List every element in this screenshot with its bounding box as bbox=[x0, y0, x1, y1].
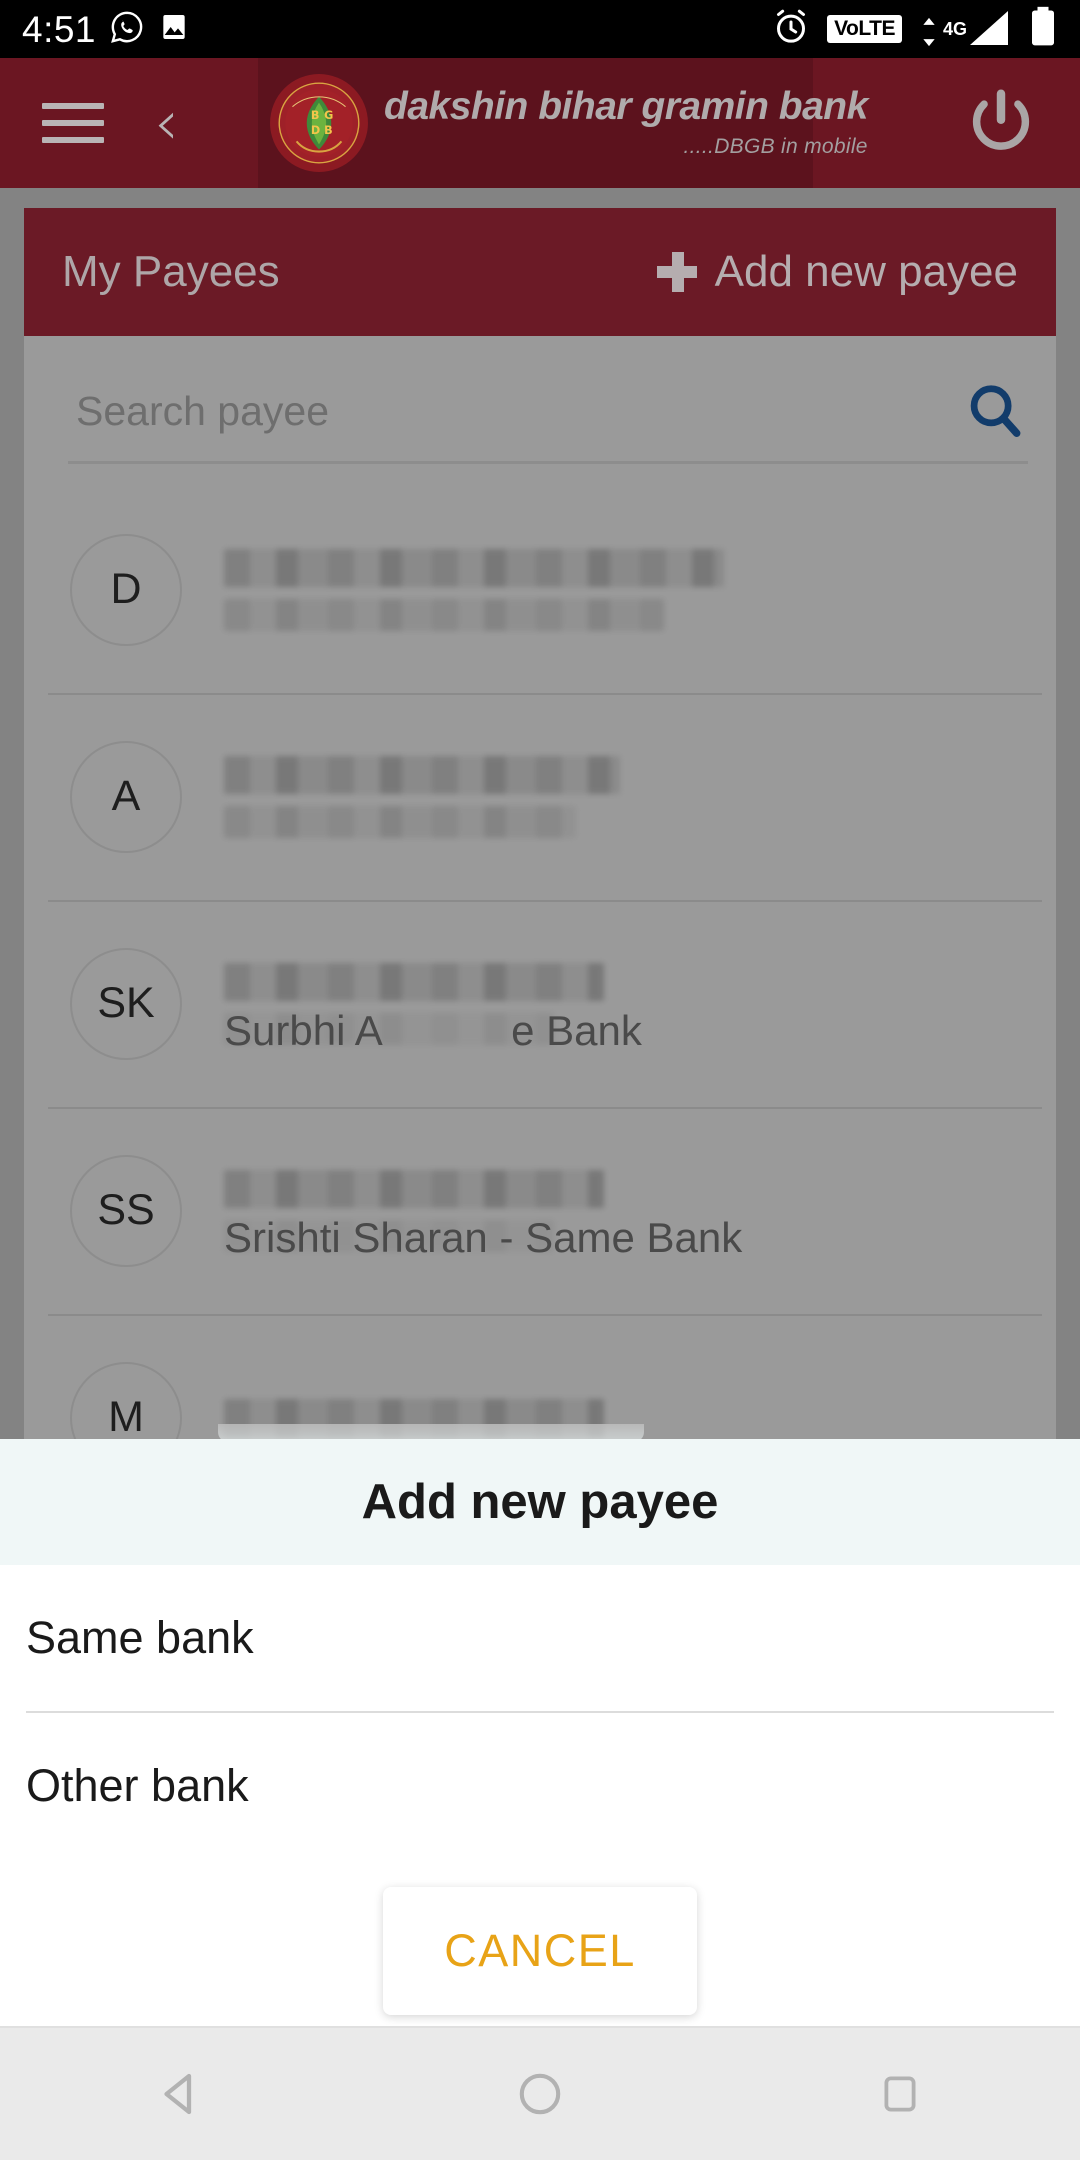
dialog-title: Add new payee bbox=[361, 1475, 719, 1529]
search-input[interactable]: Search payee bbox=[76, 388, 329, 435]
alarm-icon bbox=[771, 7, 811, 52]
network-type-label: 4G bbox=[942, 19, 967, 39]
list-item[interactable]: M bbox=[24, 1314, 1056, 1439]
dialog-option-same-bank[interactable]: Same bank bbox=[0, 1565, 1080, 1711]
nav-back-triangle-icon[interactable] bbox=[120, 2044, 240, 2144]
brand-text: dakshin bihar gramin bank .....DBGB in m… bbox=[384, 85, 868, 159]
power-icon[interactable] bbox=[962, 84, 1040, 162]
brand-block: B G D B dakshin bihar gramin bank .....D… bbox=[258, 58, 868, 188]
battery-icon bbox=[1028, 5, 1058, 54]
avatar: SS bbox=[70, 1154, 182, 1267]
brand-name: dakshin bihar gramin bank bbox=[384, 85, 868, 129]
add-new-payee-dialog: Add new payee Same bank Other bank CANCE… bbox=[0, 1439, 1080, 2026]
search-underline bbox=[68, 461, 1028, 464]
dbgb-bank-logo: B G D B bbox=[268, 72, 370, 174]
status-bar-left: 4:51 bbox=[22, 10, 190, 49]
cancel-button-wrap: CANCEL bbox=[0, 1887, 1080, 2015]
avatar: SK bbox=[70, 947, 182, 1060]
redacted-name bbox=[224, 962, 604, 1001]
svg-text:D: D bbox=[311, 124, 320, 137]
volte-badge: VoLTE bbox=[827, 15, 902, 43]
payee-info bbox=[224, 548, 1026, 631]
avatar: M bbox=[70, 1361, 182, 1439]
payee-info: Srishti Sharan - Same Bank bbox=[224, 1169, 1026, 1261]
signal-icon: 4G bbox=[918, 9, 1012, 49]
redacted-detail bbox=[224, 805, 576, 838]
whatsapp-icon bbox=[110, 10, 144, 49]
avatar: D bbox=[70, 533, 182, 646]
cancel-button[interactable]: CANCEL bbox=[383, 1887, 697, 2015]
payee-info bbox=[224, 755, 1026, 838]
android-nav-bar bbox=[0, 2026, 1080, 2160]
list-item[interactable]: A bbox=[24, 693, 1056, 900]
search-row: Search payee bbox=[24, 336, 1056, 486]
back-chevron-icon[interactable]: ‹ bbox=[154, 92, 179, 154]
hamburger-icon[interactable] bbox=[42, 103, 104, 143]
payee-info: Surbhi A e Bank bbox=[224, 962, 1026, 1054]
search-icon[interactable] bbox=[964, 380, 1026, 442]
image-icon bbox=[158, 11, 190, 48]
hamburger-line bbox=[42, 103, 104, 109]
status-bar: 4:51 VoLTE 4G bbox=[0, 0, 1080, 58]
redacted-name bbox=[224, 1169, 604, 1208]
payees-header-bar: My Payees Add new payee bbox=[24, 208, 1056, 336]
status-time: 4:51 bbox=[22, 8, 97, 50]
list-item[interactable]: SS Srishti Sharan - Same Bank bbox=[24, 1107, 1056, 1314]
payee-name-partial: Srishti Sharan - Same Bank bbox=[224, 1213, 743, 1261]
plus-icon bbox=[656, 252, 697, 292]
redacted-name bbox=[224, 755, 620, 794]
brand-tagline: .....DBGB in mobile bbox=[683, 134, 868, 158]
payee-name-partial: Surbhi A e Bank bbox=[224, 1006, 642, 1054]
hamburger-line bbox=[42, 120, 104, 126]
svg-text:B: B bbox=[311, 109, 320, 122]
add-new-payee-button[interactable]: Add new payee bbox=[656, 247, 1018, 297]
dimmed-page-background: My Payees Add new payee Search payee D A… bbox=[0, 188, 1080, 1439]
status-bar-right: VoLTE 4G bbox=[771, 5, 1058, 54]
payees-card: My Payees Add new payee Search payee D A… bbox=[24, 208, 1056, 1439]
nav-home-circle-icon[interactable] bbox=[480, 2044, 600, 2144]
dialog-option-other-bank[interactable]: Other bank bbox=[0, 1713, 1080, 1859]
svg-text:G: G bbox=[324, 109, 333, 122]
avatar: A bbox=[70, 740, 182, 853]
nav-recents-square-icon[interactable] bbox=[840, 2044, 960, 2144]
app-header: ‹ B G D B dakshin bihar gramin bank ....… bbox=[0, 58, 1080, 188]
svg-text:B: B bbox=[324, 124, 333, 137]
redacted-detail bbox=[224, 598, 664, 631]
dialog-header: Add new payee bbox=[0, 1439, 1080, 1565]
add-new-payee-label: Add new payee bbox=[714, 247, 1018, 296]
page-title: My Payees bbox=[62, 247, 280, 296]
list-item[interactable]: SK Surbhi A e Bank bbox=[24, 900, 1056, 1107]
hamburger-line bbox=[42, 137, 104, 143]
list-item[interactable]: D bbox=[24, 486, 1056, 693]
redacted-name bbox=[224, 548, 724, 587]
